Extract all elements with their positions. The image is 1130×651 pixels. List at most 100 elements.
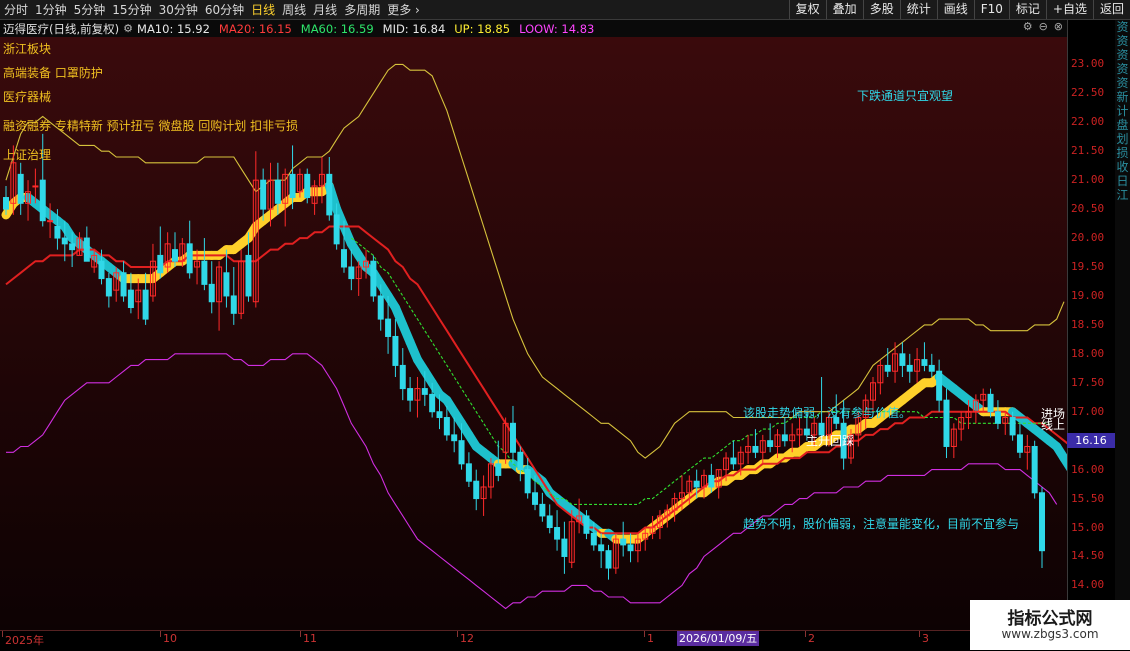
candle-body [32,185,39,188]
candle-body [171,249,178,262]
toolbar-button-0[interactable]: 复权 [788,0,826,19]
minimize-icon[interactable]: ⊖ [1039,20,1048,33]
strip-char-2: 资 [1116,48,1129,62]
candle[interactable] [1031,440,1038,499]
toolbar-button-6[interactable]: 标记 [1008,0,1046,19]
candle[interactable] [370,255,377,302]
price-tick-10: 18.00 [1071,346,1105,360]
date-tick-3 [457,631,458,637]
candle-body [987,393,994,413]
price-tick-1: 22.50 [1071,86,1105,100]
toolbar-button-4[interactable]: 画线 [936,0,974,19]
price-tick-6: 20.00 [1071,231,1105,245]
price-tick-8: 19.00 [1071,288,1105,302]
period-tab-4[interactable]: 30分钟 [159,1,198,18]
candle-body [429,393,436,413]
period-toolbar: 分时 1分钟 5分钟 15分钟 30分钟 60分钟 日线 周线 月线 多周期 更多 › 复权 叠加 多股… [0,0,1130,20]
current-price-tag: 16.16 [1067,433,1115,448]
price-tick-3: 21.50 [1071,144,1105,158]
date-label-5: 2 [808,632,815,645]
concept-tag-4[interactable]: 上证治理 [3,146,51,163]
date-label-4: 1 [647,632,654,645]
close-icon[interactable]: ⊗ [1054,20,1063,33]
strip-char-6: 计 [1116,104,1129,118]
period-tab-6[interactable]: 日线 [251,1,275,18]
stock-title[interactable]: 迈得医疗(日线,前复权) [3,21,119,37]
candle-body [385,318,392,337]
toolbar-button-7[interactable]: +自选 [1045,0,1093,19]
candle-body [554,527,561,540]
period-tab-0[interactable]: 分时 [4,1,28,18]
candle-body [928,364,935,372]
candle-body [407,388,414,401]
candle-body [54,225,61,239]
watermark-url: www.zbgs3.com [1001,627,1099,641]
candle-body [921,359,928,366]
candle-body [443,417,450,436]
date-tick-5 [805,631,806,637]
period-tab-5[interactable]: 60分钟 [205,1,244,18]
candle-body [517,451,524,471]
indicator-1: MA20: 16.15 [218,21,292,36]
strip-char-3: 资 [1116,62,1129,76]
candle-body [142,289,149,320]
settings-gear-icon[interactable]: ⚙ [123,22,133,35]
candle-body [157,254,164,274]
candle-body [451,434,458,442]
candle-body [98,260,105,280]
annotation-3: 趋势不明，股价偏弱，注意量能变化，目前不宜参与 [743,517,1020,531]
annotation-5: 线上 [1041,418,1066,432]
period-tab-1[interactable]: 1分钟 [35,1,67,18]
candle-body [590,532,597,546]
candle-body [899,353,906,366]
date-tick-2 [300,631,301,637]
period-tabs: 分时 1分钟 5分钟 15分钟 30分钟 60分钟 日线 周线 月线 多周期 更多 › [4,0,427,19]
price-tick-7: 19.50 [1071,260,1105,273]
candle-body [392,335,399,366]
toolbar-button-8[interactable]: 返回 [1092,0,1130,19]
indicator-0: MA10: 15.92 [137,21,210,36]
candle-body [39,179,46,222]
period-tab-10[interactable]: 更多 › [387,1,420,18]
toolbar-button-5[interactable]: F10 [973,0,1009,19]
candle-body [561,538,568,557]
period-tab-9[interactable]: 多周期 [344,1,380,18]
period-tab-3[interactable]: 15分钟 [112,1,151,18]
watermark: 指标公式网 www.zbgs3.com [970,600,1130,650]
toolbar-button-2[interactable]: 多股 [862,0,900,19]
concept-tag-0[interactable]: 浙江板块 [3,40,51,57]
candle-body [1031,445,1038,494]
candle-body [348,266,355,280]
concept-tag-2[interactable]: 医疗器械 [3,88,51,105]
indicator-3: MID: 16.84 [382,21,446,36]
candle-body [186,243,193,274]
period-tab-2[interactable]: 5分钟 [74,1,106,18]
candle-body [223,272,230,297]
concept-tag-3[interactable]: 融资融券 专精特新 预计扭亏 微盘股 回购计划 扣非亏损 [3,117,298,134]
cursor-date: 2026/01/09/五 [677,631,760,646]
period-tab-8[interactable]: 月线 [313,1,337,18]
settings-icon[interactable]: ⚙ [1023,20,1033,33]
toolbar-button-3[interactable]: 统计 [899,0,937,19]
candle-body [377,295,384,320]
candle-body [370,260,377,297]
toolbar-buttons: 复权 叠加 多股 统计 画线 F10 标记 +自选 返回 [788,0,1130,19]
candle-body [1016,434,1023,453]
candle-body [627,544,634,552]
candle-body [208,283,215,303]
date-label-6: 3 [922,632,929,645]
right-side-strip[interactable]: 资资资资资新计盘划损收日江 [1115,20,1130,630]
price-scale: 23.00 22.50 22.00 21.50 21.00 20.50 20.00 19.50… [1067,20,1116,630]
candle-body [936,370,943,401]
candle-body [546,515,553,529]
candle-body [994,411,1001,424]
window-controls: ⚙ ⊖ ⊗ [1017,20,1063,33]
candle-body [17,173,24,204]
toolbar-button-1[interactable]: 叠加 [825,0,863,19]
strip-char-4: 资 [1116,76,1129,90]
period-tab-7[interactable]: 周线 [282,1,306,18]
candle-body [1039,492,1045,552]
candle-body [458,440,465,465]
candle-body [1009,417,1016,436]
concept-tag-1[interactable]: 高端装备 口罩防护 [3,64,103,81]
